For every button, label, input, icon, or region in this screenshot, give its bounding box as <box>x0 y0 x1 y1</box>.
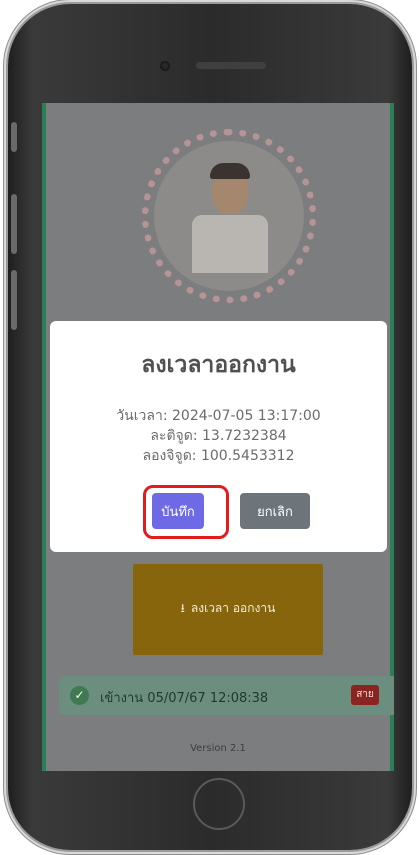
phone-volume-up-button <box>11 194 17 254</box>
app-screen: ⭳ ลงเวลา ออกงาน ✓ เข้างาน 05/07/67 12:08:… <box>42 103 394 771</box>
front-camera <box>160 61 170 71</box>
checkin-status-text: เข้างาน 05/07/67 12:08:38 <box>100 691 269 706</box>
avatar-hair <box>210 163 250 179</box>
checkin-status-bar: ✓ เข้างาน 05/07/67 12:08:38 สาย <box>59 676 394 715</box>
datetime-line: วันเวลา: 2024-07-05 13:17:00 <box>116 408 321 424</box>
phone-volume-down-button <box>11 270 17 330</box>
home-button[interactable] <box>193 778 245 830</box>
speaker-grille <box>196 62 266 69</box>
check-circle-icon: ✓ <box>70 686 89 705</box>
latitude-line: ละติจูด: 13.7232384 <box>150 428 287 444</box>
checkout-confirm-dialog: ลงเวลาออกงาน วันเวลา: 2024-07-05 13:17:0… <box>50 321 387 552</box>
cancel-button[interactable]: ยกเลิก <box>240 493 310 529</box>
longitude-line: ลองจิจูด: 100.5453312 <box>142 448 295 464</box>
checkout-button-label: ลงเวลา ออกงาน <box>190 601 276 615</box>
late-badge: สาย <box>351 685 379 705</box>
avatar-body <box>192 215 268 273</box>
dialog-title: ลงเวลาออกงาน <box>141 352 296 378</box>
left-accent-border <box>42 103 46 771</box>
version-label: Version 2.1 <box>190 743 246 754</box>
checkout-button[interactable]: ⭳ ลงเวลา ออกงาน <box>133 564 323 655</box>
right-accent-border <box>390 103 394 771</box>
save-button-highlight <box>143 485 229 539</box>
phone-frame: ⭳ ลงเวลา ออกงาน ✓ เข้างาน 05/07/67 12:08:… <box>8 4 412 850</box>
download-icon: ⭳ <box>180 601 185 615</box>
phone-side-button <box>11 122 17 152</box>
